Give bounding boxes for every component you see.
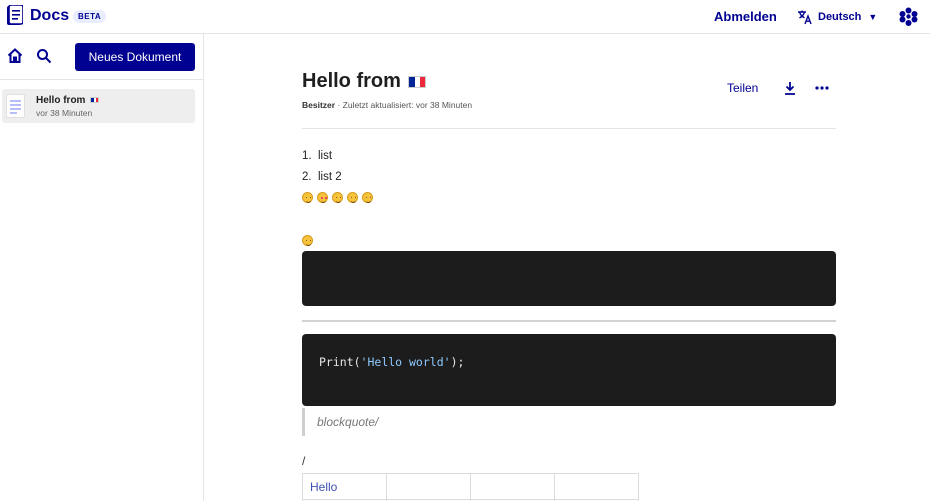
emoji-row[interactable]: [302, 192, 373, 203]
sidebar-document-title: Hello from: [36, 95, 100, 106]
slash-paragraph[interactable]: /: [302, 454, 305, 468]
table-cell[interactable]: Hello: [302, 473, 387, 500]
table-cell[interactable]: [386, 473, 471, 500]
blockquote-text: blockquote/: [317, 415, 379, 429]
document-title-text: Hello from: [302, 70, 401, 92]
new-document-button[interactable]: Neues Dokument: [75, 43, 195, 71]
document-editor: Hello from Besitzer · Zuletzt aktualisie…: [205, 34, 930, 501]
translate-icon: [797, 9, 813, 25]
heart-eyes-face-icon: [317, 192, 328, 203]
grinning-face-icon: [302, 192, 313, 203]
list-item[interactable]: 2. list 2: [302, 171, 342, 183]
table-cell[interactable]: [554, 473, 639, 500]
meta-role: Besitzer: [302, 100, 336, 110]
smiling-face-icon[interactable]: [302, 235, 313, 246]
more-dots-icon[interactable]: [813, 81, 831, 95]
flag-fr-icon: [408, 75, 427, 88]
flag-fr-icon: [90, 97, 100, 104]
logout-link[interactable]: Abmelden: [714, 9, 777, 24]
top-header: Docs BETA Abmelden Deutsch ▼: [0, 0, 930, 34]
download-icon[interactable]: [783, 81, 797, 95]
caret-down-icon: ▼: [868, 12, 878, 22]
language-label: Deutsch: [818, 11, 862, 23]
meta-updated: Zuletzt aktualisiert: vor 38 Minuten: [342, 100, 473, 110]
code-func: Print(: [319, 355, 361, 369]
code-text: Print('Hello world');: [319, 355, 464, 369]
document-title[interactable]: Hello from: [302, 70, 427, 93]
sidebar: Neues Dokument Hello from vor 38 Minuten: [0, 34, 204, 501]
home-icon[interactable]: [6, 47, 24, 65]
code-string: 'Hello world': [360, 355, 451, 369]
language-selector[interactable]: Deutsch ▼: [797, 8, 877, 26]
beta-badge: BETA: [73, 10, 107, 23]
table-row: Hello: [302, 473, 639, 500]
meta-separator: ·: [335, 100, 343, 110]
list-text: list 2: [317, 171, 342, 183]
title-divider: [302, 128, 836, 129]
document-meta: Besitzer · Zuletzt aktualisiert: vor 38 …: [302, 100, 472, 110]
docs-logo-icon[interactable]: [7, 5, 23, 26]
horizontal-rule: [302, 320, 836, 322]
blockquote[interactable]: blockquote/: [302, 408, 378, 436]
list-text: list: [317, 150, 333, 162]
list-number: 1.: [302, 150, 312, 162]
search-icon[interactable]: [36, 48, 52, 64]
document-icon: [6, 94, 25, 118]
relieved-face-icon: [347, 192, 358, 203]
smiling-face-icon: [362, 192, 373, 203]
sidebar-document-updated: vor 38 Minuten: [36, 108, 93, 118]
list-number: 2.: [302, 171, 312, 183]
star-struck-face-icon: [332, 192, 343, 203]
table-cell[interactable]: [470, 473, 555, 500]
apps-grid-icon[interactable]: [899, 7, 918, 26]
brand-name[interactable]: Docs: [30, 7, 69, 25]
sidebar-document-title-text: Hello from: [36, 95, 86, 106]
sidebar-toolbar: Neues Dokument: [0, 34, 203, 80]
empty-code-block[interactable]: [302, 251, 836, 306]
share-button[interactable]: Teilen: [727, 81, 758, 95]
content-table: Hello: [302, 473, 639, 501]
code-block[interactable]: Print('Hello world');: [302, 334, 836, 406]
sidebar-document-item[interactable]: Hello from vor 38 Minuten: [2, 89, 195, 123]
list-item[interactable]: 1. list: [302, 150, 332, 162]
code-end: );: [450, 355, 465, 369]
